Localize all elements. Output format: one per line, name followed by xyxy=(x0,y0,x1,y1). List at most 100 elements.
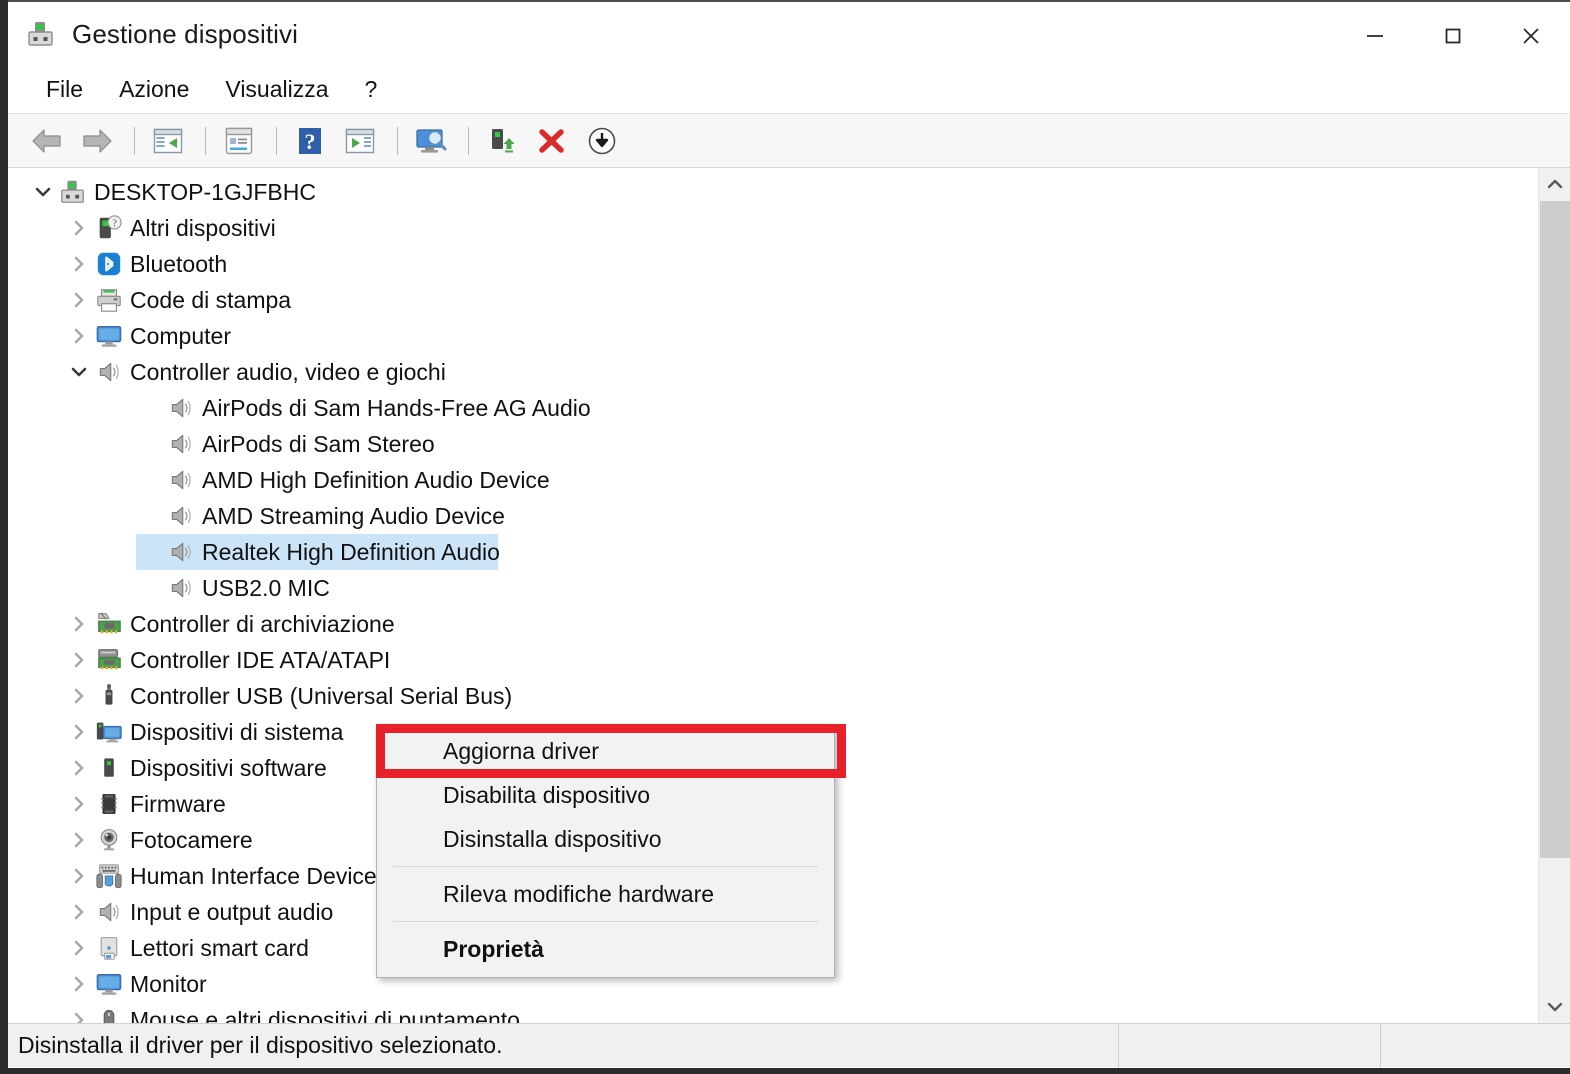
chevron-right-icon[interactable] xyxy=(64,858,94,894)
menu-file[interactable]: File xyxy=(32,72,97,107)
show-hide-console-tree-icon[interactable] xyxy=(145,120,191,162)
storage-controller-icon xyxy=(94,609,124,639)
title-bar: Gestione dispositivi xyxy=(8,0,1570,66)
chevron-right-icon[interactable] xyxy=(64,930,94,966)
tree-item[interactable]: AMD Streaming Audio Device xyxy=(8,498,1538,534)
tree-item[interactable]: ? Altri dispositivi xyxy=(8,210,1538,246)
help-icon[interactable]: ? xyxy=(287,120,333,162)
speaker-icon xyxy=(166,465,196,495)
speaker-icon xyxy=(94,897,124,927)
toolbar-separator xyxy=(276,126,277,155)
mouse-icon xyxy=(94,1005,124,1023)
speaker-icon xyxy=(166,537,196,567)
tree-item-label: Controller di archiviazione xyxy=(130,611,395,637)
tree-item[interactable]: Controller IDE ATA/ATAPI xyxy=(8,642,1538,678)
properties-icon[interactable] xyxy=(216,120,262,162)
chevron-down-icon[interactable] xyxy=(28,174,58,210)
tree-item[interactable]: Controller USB (Universal Serial Bus) xyxy=(8,678,1538,714)
context-menu[interactable]: Aggiorna driver Disabilita dispositivo Dis… xyxy=(376,724,835,978)
tree-item[interactable]: Controller audio, video e giochi xyxy=(8,354,1538,390)
status-cell-2 xyxy=(1118,1023,1380,1068)
chevron-right-icon[interactable] xyxy=(64,318,94,354)
context-menu-item[interactable]: Disinstalla dispositivo xyxy=(377,817,834,861)
tree-item[interactable]: Computer xyxy=(8,318,1538,354)
tree-item[interactable]: USB2.0 MIC xyxy=(8,570,1538,606)
chevron-right-icon[interactable] xyxy=(64,750,94,786)
tree-item[interactable]: Mouse e altri dispositivi di puntamento xyxy=(8,1002,1538,1023)
scan-hardware-changes-icon[interactable] xyxy=(408,120,454,162)
camera-icon xyxy=(94,825,124,855)
tree-item-label: Mouse e altri dispositivi di puntamento xyxy=(130,1007,520,1023)
update-driver-icon[interactable] xyxy=(337,120,383,162)
tree-item[interactable]: AirPods di Sam Hands-Free AG Audio xyxy=(8,390,1538,426)
tree-item[interactable]: Bluetooth xyxy=(8,246,1538,282)
unknown-device-icon: ? xyxy=(94,213,124,243)
back-arrow-icon[interactable] xyxy=(24,120,70,162)
toolbar-separator xyxy=(468,126,469,155)
close-button[interactable] xyxy=(1492,4,1570,68)
chevron-right-icon[interactable] xyxy=(64,642,94,678)
context-menu-item[interactable]: Disabilita dispositivo xyxy=(377,773,834,817)
tree-item-label: Dispositivi di sistema xyxy=(130,719,344,745)
chevron-right-icon[interactable] xyxy=(64,210,94,246)
device-manager-icon xyxy=(26,19,56,49)
enable-device-icon[interactable] xyxy=(479,120,525,162)
tree-item[interactable]: Controller di archiviazione xyxy=(8,606,1538,642)
scroll-down-icon[interactable] xyxy=(1539,991,1570,1023)
tree-item-label: Altri dispositivi xyxy=(130,215,276,241)
window-controls xyxy=(1336,4,1570,68)
tree-item[interactable]: AirPods di Sam Stereo xyxy=(8,426,1538,462)
tree-item[interactable]: AMD High Definition Audio Device xyxy=(8,462,1538,498)
uninstall-device-icon[interactable] xyxy=(529,120,575,162)
tree-item-label: Input e output audio xyxy=(130,899,334,925)
context-menu-separator xyxy=(393,866,818,867)
chevron-right-icon[interactable] xyxy=(64,714,94,750)
chevron-right-icon[interactable] xyxy=(64,606,94,642)
window-title: Gestione dispositivi xyxy=(72,18,298,49)
chevron-right-icon[interactable] xyxy=(64,822,94,858)
minimize-button[interactable] xyxy=(1336,4,1414,68)
chevron-right-icon[interactable] xyxy=(64,966,94,1002)
vertical-scrollbar[interactable] xyxy=(1538,168,1570,1023)
disable-device-icon[interactable] xyxy=(579,120,625,162)
context-menu-item[interactable]: Proprietà xyxy=(377,927,834,971)
menu-visualizza[interactable]: Visualizza xyxy=(211,72,342,107)
chevron-right-icon[interactable] xyxy=(64,786,94,822)
chevron-right-icon[interactable] xyxy=(64,1002,94,1023)
chevron-right-icon[interactable] xyxy=(64,246,94,282)
context-menu-item[interactable]: Rileva modifiche hardware xyxy=(377,872,834,916)
scroll-up-icon[interactable] xyxy=(1539,168,1570,200)
context-menu-item[interactable]: Aggiorna driver xyxy=(377,729,834,773)
chevron-right-icon[interactable] xyxy=(64,894,94,930)
scrollbar-thumb[interactable] xyxy=(1540,201,1570,858)
tree-item-label: Controller IDE ATA/ATAPI xyxy=(130,647,391,673)
tree-item-label: Dispositivi software xyxy=(130,755,327,781)
tree-item-label: Computer xyxy=(130,323,231,349)
chevron-down-icon[interactable] xyxy=(64,354,94,390)
chevron-right-icon[interactable] xyxy=(64,678,94,714)
tree-item-label: Firmware xyxy=(130,791,226,817)
menu-help[interactable]: ? xyxy=(351,72,392,107)
tree-item-label: AirPods di Sam Hands-Free AG Audio xyxy=(202,395,591,421)
tree-item[interactable]: Realtek High Definition Audio xyxy=(8,534,1538,570)
chevron-right-icon[interactable] xyxy=(64,282,94,318)
monitor-icon xyxy=(94,321,124,351)
tree-item-label: Code di stampa xyxy=(130,287,292,313)
monitor-icon xyxy=(94,969,124,999)
status-bar: Disinstalla il driver per il dispositivo… xyxy=(8,1023,1570,1068)
tree-item-label: AirPods di Sam Stereo xyxy=(202,431,435,457)
menu-azione[interactable]: Azione xyxy=(105,72,203,107)
tree-item[interactable]: Code di stampa xyxy=(8,282,1538,318)
device-tree-panel: DESKTOP-1GJFBHC? Altri dispositivi Bluetoo… xyxy=(8,168,1570,1023)
tree-item-label: Bluetooth xyxy=(130,251,228,277)
forward-arrow-icon[interactable] xyxy=(74,120,120,162)
status-message: Disinstalla il driver per il dispositivo… xyxy=(18,1032,503,1058)
svg-text:?: ? xyxy=(112,219,117,230)
toolbar-separator xyxy=(134,126,135,155)
tree-item[interactable]: DESKTOP-1GJFBHC xyxy=(8,174,1538,210)
tree-item-label: AMD High Definition Audio Device xyxy=(202,467,550,493)
maximize-button[interactable] xyxy=(1414,4,1492,68)
